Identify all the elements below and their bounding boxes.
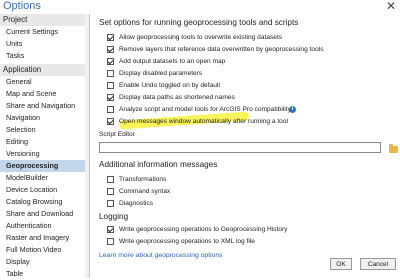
ok-button[interactable]: OK bbox=[330, 258, 352, 270]
sidebar-item-display[interactable]: Display bbox=[0, 256, 88, 268]
option-label: Display disabled parameters bbox=[119, 70, 203, 77]
info-icon[interactable]: i bbox=[289, 106, 296, 113]
option-label: Display data paths as shortened names bbox=[119, 94, 235, 101]
option-label: Write geoprocessing operations to Geopro… bbox=[119, 226, 288, 233]
script-editor-label: Script Editor bbox=[99, 131, 135, 138]
sidebar-item-device-location[interactable]: Device Location bbox=[0, 184, 88, 196]
checkbox[interactable] bbox=[107, 58, 114, 65]
option-label: Transformations bbox=[119, 176, 167, 183]
checkbox[interactable] bbox=[107, 226, 114, 233]
section-title-running-tools: Set options for running geoprocessing to… bbox=[99, 18, 299, 27]
option-label: Open messages window automatically after… bbox=[119, 118, 288, 125]
option-label: Command syntax bbox=[119, 188, 171, 195]
option-label: Enable Undo toggled on by default bbox=[119, 82, 221, 89]
options-sidebar: Project Current Settings Units Tasks App… bbox=[0, 14, 90, 278]
geoprocessing-options-panel: Set options for running geoprocessing to… bbox=[91, 14, 400, 278]
sidebar-item-current-settings[interactable]: Current Settings bbox=[0, 26, 88, 38]
sidebar-group-application[interactable]: Application bbox=[0, 64, 88, 76]
sidebar-item-full-motion-video[interactable]: Full Motion Video bbox=[0, 244, 88, 256]
learn-more-link[interactable]: Learn more about geoprocessing options bbox=[99, 252, 223, 259]
sidebar-item-navigation[interactable]: Navigation bbox=[0, 112, 88, 124]
sidebar-item-share-and-navigation[interactable]: Share and Navigation bbox=[0, 100, 88, 112]
option-label: Allow geoprocessing tools to overwrite e… bbox=[119, 34, 283, 41]
checkbox[interactable] bbox=[107, 200, 114, 207]
checkbox[interactable] bbox=[107, 238, 114, 245]
sidebar-item-units[interactable]: Units bbox=[0, 38, 88, 50]
sidebar-item-versioning[interactable]: Versioning bbox=[0, 148, 88, 160]
sidebar-item-geoprocessing[interactable]: Geoprocessing bbox=[0, 160, 88, 172]
section-title-logging: Logging bbox=[99, 212, 129, 221]
sidebar-item-share-and-download[interactable]: Share and Download bbox=[0, 208, 88, 220]
sidebar-item-selection[interactable]: Selection bbox=[0, 124, 88, 136]
sidebar-item-tasks[interactable]: Tasks bbox=[0, 50, 88, 62]
checkbox[interactable] bbox=[107, 82, 114, 89]
option-label: Add output datasets to an open map bbox=[119, 58, 226, 65]
checkbox[interactable] bbox=[107, 118, 114, 125]
sidebar-item-authentication[interactable]: Authentication bbox=[0, 220, 88, 232]
option-label: Write geoprocessing operations to XML lo… bbox=[119, 238, 255, 245]
section-title-additional-messages: Additional information messages bbox=[99, 160, 218, 169]
sidebar-item-map-and-scene[interactable]: Map and Scene bbox=[0, 88, 88, 100]
cancel-button[interactable]: Cancel bbox=[360, 258, 396, 270]
script-editor-input[interactable] bbox=[99, 142, 381, 153]
checkbox[interactable] bbox=[107, 94, 114, 101]
sidebar-item-catalog-browsing[interactable]: Catalog Browsing bbox=[0, 196, 88, 208]
checkbox[interactable] bbox=[107, 70, 114, 77]
window-titlebar: Options ✕ bbox=[0, 0, 400, 14]
sidebar-scrollbar[interactable] bbox=[85, 14, 89, 278]
checkbox[interactable] bbox=[107, 34, 114, 41]
sidebar-item-raster-and-imagery[interactable]: Raster and Imagery bbox=[0, 232, 88, 244]
checkbox[interactable] bbox=[107, 46, 114, 53]
checkbox[interactable] bbox=[107, 176, 114, 183]
sidebar-item-table[interactable]: Table bbox=[0, 268, 88, 280]
sidebar-item-editing[interactable]: Editing bbox=[0, 136, 88, 148]
sidebar-item-general[interactable]: General bbox=[0, 76, 88, 88]
window-title: Options bbox=[3, 0, 41, 12]
checkbox[interactable] bbox=[107, 188, 114, 195]
sidebar-item-modelbuilder[interactable]: ModelBuilder bbox=[0, 172, 88, 184]
option-label: Remove layers that reference data overwr… bbox=[119, 46, 324, 53]
sidebar-group-project[interactable]: Project bbox=[0, 14, 88, 26]
option-label: Diagnostics bbox=[119, 200, 154, 207]
close-icon[interactable]: ✕ bbox=[386, 0, 396, 13]
checkbox[interactable] bbox=[107, 106, 114, 113]
folder-icon[interactable] bbox=[389, 144, 398, 153]
